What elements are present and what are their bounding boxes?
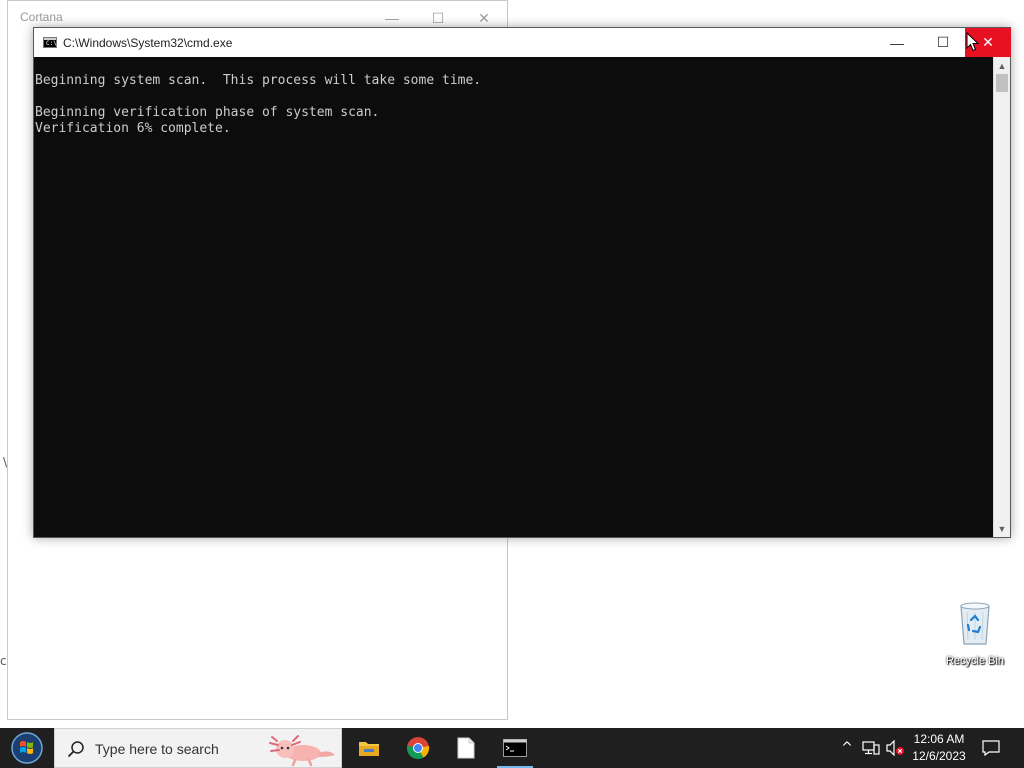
recycle-bin-icon bbox=[960, 602, 990, 645]
mouse-cursor-icon bbox=[966, 32, 980, 52]
taskbar-command-prompt[interactable] bbox=[494, 728, 536, 768]
taskbar-blank-document[interactable] bbox=[445, 728, 487, 768]
search-placeholder: Type here to search bbox=[95, 741, 219, 757]
tray-overflow-chevron[interactable]: ^ bbox=[838, 728, 856, 768]
desktop: Cortana — ☐ ✕ \ c C:\_ C:\Windows\System… bbox=[0, 0, 1024, 728]
command-prompt-icon bbox=[503, 739, 527, 757]
console-line: Beginning system scan. This process will… bbox=[35, 73, 482, 88]
cmd-titlebar[interactable]: C:\_ C:\Windows\System32\cmd.exe — ☐ ✕ bbox=[34, 28, 1011, 57]
clock-date: 12/6/2023 bbox=[912, 749, 966, 763]
console-output[interactable]: Beginning system scan. This process will… bbox=[34, 57, 993, 537]
cmd-window-title: C:\Windows\System32\cmd.exe bbox=[63, 36, 233, 50]
document-icon bbox=[457, 737, 475, 759]
taskbar-chrome[interactable] bbox=[397, 728, 439, 768]
taskbar-file-explorer[interactable] bbox=[348, 728, 390, 768]
background-window-edge-glyph: \ bbox=[3, 455, 8, 469]
action-center-button[interactable] bbox=[978, 728, 1004, 768]
background-window-edge-glyph: c bbox=[0, 654, 7, 668]
tray-volume-muted[interactable] bbox=[884, 728, 906, 768]
tray-network[interactable] bbox=[860, 728, 882, 768]
cmd-maximize-button[interactable]: ☐ bbox=[920, 28, 966, 57]
speaker-muted-icon bbox=[886, 740, 904, 756]
taskbar: Type here to search ^ 12:06 AM 12/6/2023 bbox=[0, 728, 1024, 768]
cmd-window[interactable]: C:\_ C:\Windows\System32\cmd.exe — ☐ ✕ B… bbox=[33, 27, 1011, 538]
windows-start-icon bbox=[11, 732, 43, 764]
console-scrollbar[interactable]: ▲ ▼ bbox=[993, 57, 1010, 537]
notification-icon bbox=[982, 740, 1000, 756]
chrome-icon bbox=[406, 737, 430, 759]
folder-icon bbox=[359, 742, 379, 756]
search-highlight-axolotl-icon bbox=[269, 735, 335, 767]
cortana-window-title: Cortana bbox=[20, 10, 63, 24]
taskbar-search-box[interactable]: Type here to search bbox=[54, 728, 342, 768]
scroll-down-button[interactable]: ▼ bbox=[994, 520, 1010, 537]
cmd-app-icon: C:\_ bbox=[43, 37, 60, 48]
console-line: Beginning verification phase of system s… bbox=[35, 105, 380, 120]
recycle-bin-label: Recycle Bin bbox=[945, 655, 1005, 667]
network-icon bbox=[862, 741, 880, 755]
scroll-up-button[interactable]: ▲ bbox=[994, 57, 1010, 74]
cmd-minimize-button[interactable]: — bbox=[874, 28, 920, 57]
clock-time: 12:06 AM bbox=[913, 732, 965, 746]
start-button[interactable] bbox=[0, 728, 54, 768]
search-icon bbox=[67, 741, 84, 758]
console-line: Verification 6% complete. bbox=[35, 121, 231, 136]
taskbar-clock[interactable]: 12:06 AM 12/6/2023 bbox=[904, 731, 974, 765]
scroll-thumb[interactable] bbox=[996, 74, 1008, 92]
recycle-bin-shortcut[interactable]: Recycle Bin bbox=[942, 600, 1008, 667]
